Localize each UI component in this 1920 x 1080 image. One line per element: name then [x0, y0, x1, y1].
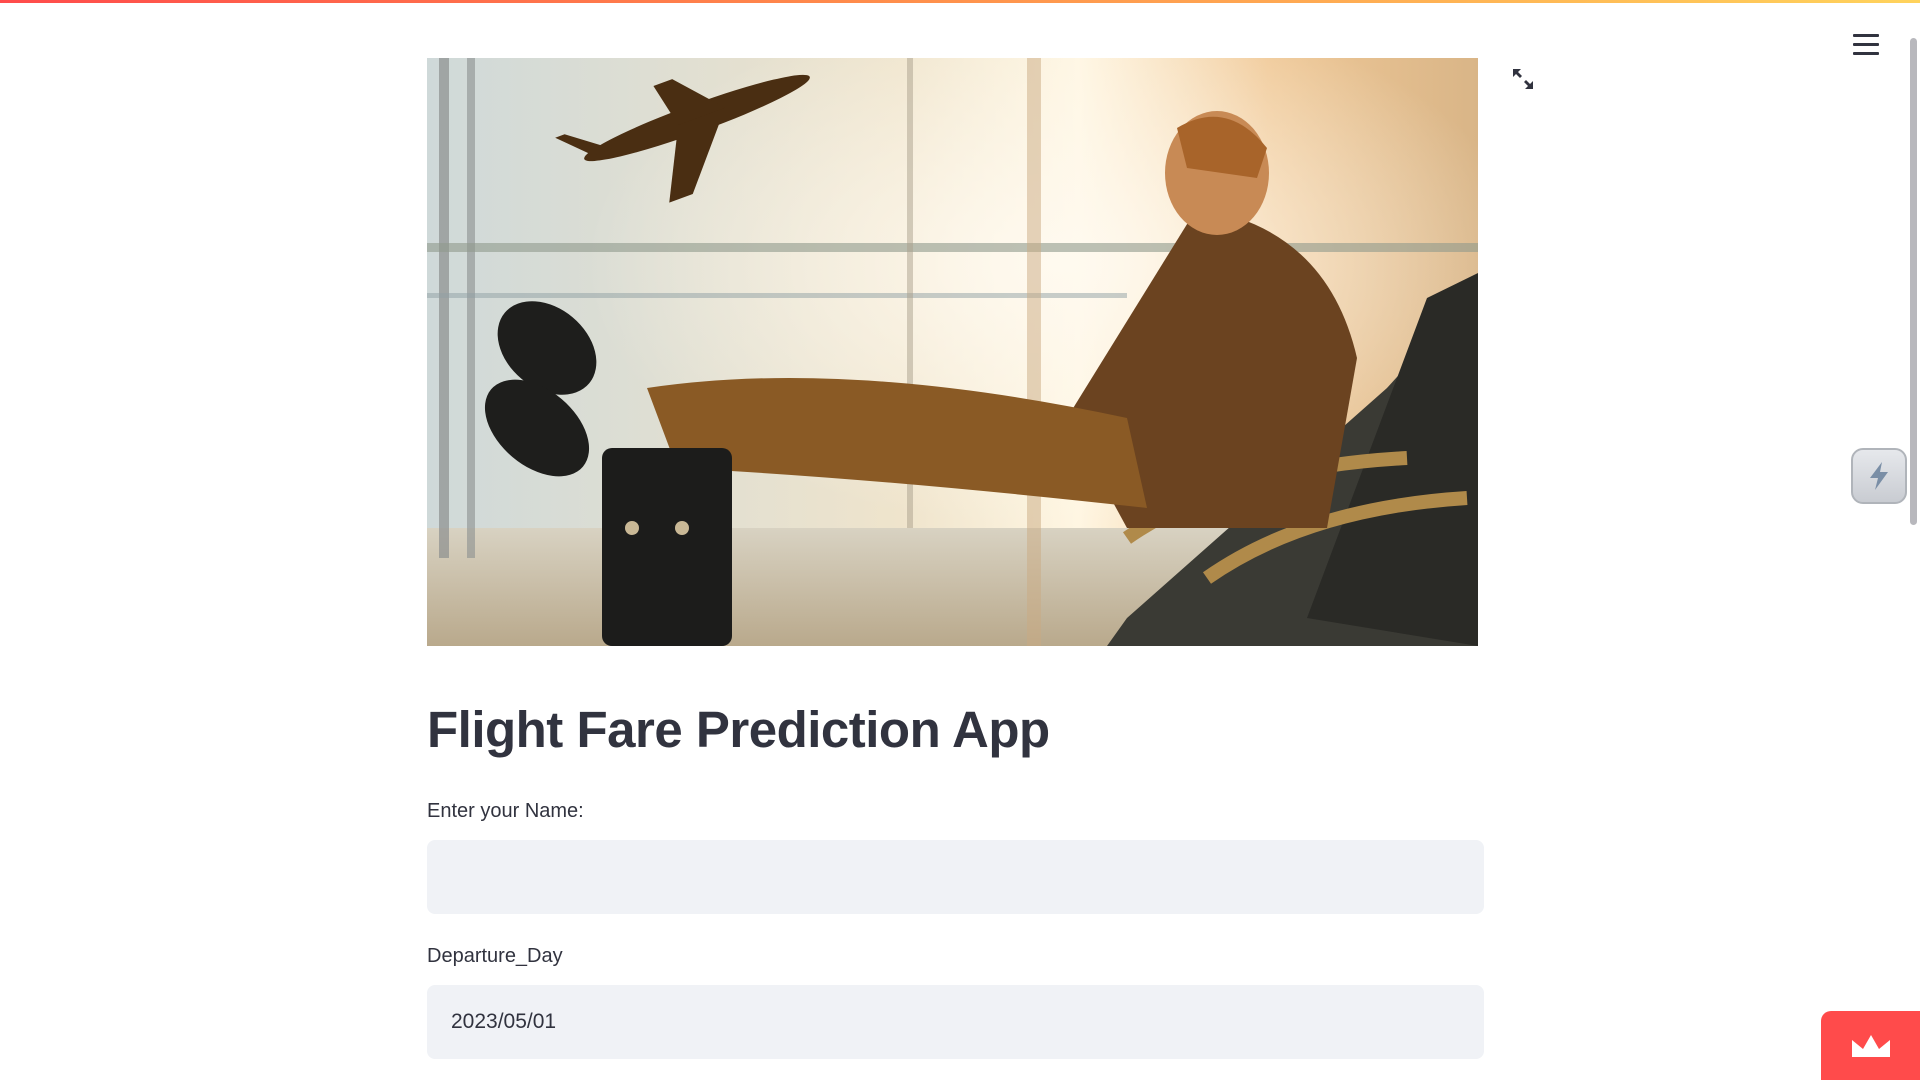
- fullscreen-expand-icon[interactable]: [1510, 66, 1536, 92]
- departure-day-input[interactable]: 2023/05/01: [427, 985, 1484, 1059]
- scrollbar-thumb[interactable]: [1910, 38, 1917, 525]
- main-menu-button[interactable]: [1853, 30, 1879, 58]
- departure-day-label: Departure_Day: [427, 945, 563, 967]
- side-widget-button[interactable]: [1851, 448, 1907, 504]
- page-title: Flight Fare Prediction App: [427, 701, 1050, 758]
- crown-icon: [1851, 1034, 1890, 1057]
- name-field-label: Enter your Name:: [427, 800, 584, 822]
- departure-day-value: 2023/05/01: [451, 1010, 557, 1033]
- main-content: Flight Fare Prediction App Enter your Na…: [427, 0, 1484, 1080]
- hero-image: [427, 58, 1478, 646]
- hosted-badge[interactable]: [1821, 1011, 1920, 1080]
- hamburger-menu-icon: [1853, 33, 1879, 37]
- name-input[interactable]: [427, 840, 1484, 914]
- lightning-bolt-icon: [1870, 462, 1888, 490]
